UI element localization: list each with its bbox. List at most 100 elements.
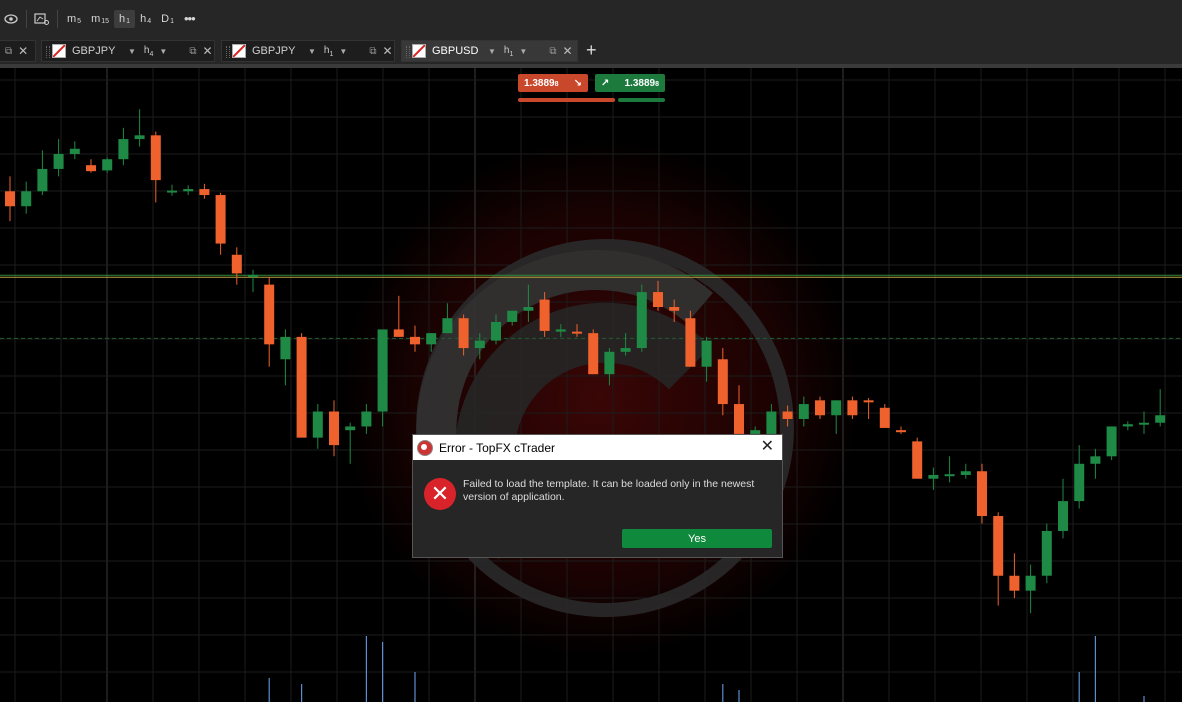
timeframe-d1[interactable]: D1: [156, 10, 179, 28]
buy-price-pipette: 8: [655, 80, 659, 88]
bear-candle-body: [264, 284, 275, 345]
drag-handle[interactable]: [406, 46, 410, 58]
timeframe-h4[interactable]: h4: [135, 10, 156, 28]
candlestick-chart-svg[interactable]: [0, 68, 1182, 702]
bull-candle-body: [1025, 575, 1036, 591]
tab-partial[interactable]: ⧉ ✕: [0, 40, 36, 62]
timeframe-h1[interactable]: h1: [114, 10, 136, 28]
bear-candle-body: [458, 318, 469, 349]
tab-close-icon[interactable]: ✕: [562, 44, 572, 58]
chevron-down-icon[interactable]: ▼: [488, 47, 496, 56]
drag-handle[interactable]: [226, 46, 230, 58]
tab-gbpusd-h1[interactable]: GBPUSD ▼ h1 ▼ ⧉ ✕: [401, 40, 578, 62]
bear-candle-body: [150, 135, 161, 181]
error-icon: ✕: [424, 478, 456, 510]
bear-candle-body: [572, 331, 582, 334]
more-timeframes-button[interactable]: •••: [179, 10, 200, 28]
chart-toolbar: m5 m 15 h1 h4 D1 •••: [0, 0, 1182, 38]
sell-price: 1.38898: [524, 78, 559, 89]
yes-button[interactable]: Yes: [622, 529, 772, 548]
popout-icon[interactable]: ⧉: [549, 46, 556, 57]
add-tab-button[interactable]: +: [586, 40, 597, 60]
bear-candle-body: [5, 191, 15, 207]
drag-handle[interactable]: [46, 46, 50, 58]
popout-icon[interactable]: ⧉: [5, 46, 12, 57]
bull-candle-body: [1074, 463, 1085, 502]
bear-candle-body: [669, 307, 680, 311]
tab-timeframe[interactable]: h4: [144, 45, 153, 58]
bull-candle-body: [69, 148, 80, 154]
bear-candle-body: [86, 165, 96, 172]
chart-settings-icon[interactable]: [31, 10, 53, 28]
bull-candle-body: [312, 411, 323, 438]
bear-candle-body: [912, 441, 923, 479]
bull-candle-body: [1090, 456, 1101, 464]
bull-candle-body: [442, 318, 453, 334]
tab-close-icon[interactable]: ✕: [18, 44, 28, 58]
bull-candle-body: [1058, 501, 1068, 531]
dialog-title-bar[interactable]: Error - TopFX cTrader ✕: [413, 435, 782, 460]
tab-symbol: GBPJPY: [252, 45, 296, 57]
bull-candle-body: [960, 471, 971, 475]
tab-gbpjpy-h1[interactable]: GBPJPY ▼ h1 ▼ ⧉ ✕: [221, 40, 395, 62]
buy-price: 1.38898: [625, 78, 660, 89]
bull-candle-body: [766, 411, 777, 434]
bear-candle-body: [588, 333, 599, 375]
tf-sub: 1: [509, 50, 514, 58]
tab-timeframe[interactable]: h1: [324, 45, 333, 58]
bull-candle-body: [53, 153, 64, 169]
bear-candle-body: [393, 329, 404, 337]
timeframe-sub: 1: [126, 18, 131, 25]
bear-candle-body: [896, 430, 906, 433]
bear-candle-body: [1009, 575, 1020, 591]
bull-candle-body: [1155, 415, 1166, 423]
bull-candle-body: [102, 159, 113, 171]
symbol-flag-icon: [232, 44, 246, 58]
bull-candle-body: [831, 400, 842, 416]
chevron-down-icon[interactable]: ▼: [519, 47, 527, 56]
timeframe-label: h: [119, 13, 126, 25]
bull-candle-body: [134, 135, 145, 140]
timeframe-m15[interactable]: m 15: [86, 10, 114, 28]
timeframe-sub: 5: [77, 18, 82, 25]
bull-candle-body: [377, 329, 388, 412]
eye-icon[interactable]: [0, 10, 22, 28]
bull-candle-body: [507, 310, 518, 322]
timeframe-label: m: [67, 13, 77, 25]
sell-price-button[interactable]: 1.38898 ↘: [518, 74, 588, 92]
tab-close-icon[interactable]: ✕: [202, 44, 212, 58]
timeframe-label: m: [91, 13, 101, 25]
dialog-message: Failed to load the template. It can be l…: [463, 478, 755, 503]
bear-candle-body: [296, 336, 307, 438]
bull-candle-body: [248, 274, 258, 277]
popout-icon[interactable]: ⧉: [189, 46, 196, 57]
tab-timeframe[interactable]: h1: [504, 45, 513, 58]
bear-candle-body: [539, 299, 550, 331]
bull-candle-body: [1122, 424, 1133, 427]
tab-close-icon[interactable]: ✕: [382, 44, 392, 58]
tab-gbpjpy-h4[interactable]: GBPJPY ▼ h4 ▼ ⧉ ✕: [41, 40, 215, 62]
bull-candle-body: [345, 426, 356, 431]
bear-candle-body: [734, 404, 744, 434]
buy-price-button[interactable]: ↗ 1.38898: [595, 74, 665, 92]
toolbar-divider: [26, 10, 27, 28]
chevron-down-icon[interactable]: ▼: [159, 47, 167, 56]
bull-candle-body: [798, 404, 809, 419]
timeframe-m5[interactable]: m5: [62, 10, 86, 28]
chevron-down-icon[interactable]: ▼: [128, 47, 136, 56]
more-icon: •••: [183, 11, 196, 26]
bull-candle-body: [167, 190, 177, 193]
chevron-down-icon[interactable]: ▼: [308, 47, 316, 56]
bull-candle-body: [361, 411, 372, 427]
popout-icon[interactable]: ⧉: [369, 46, 376, 57]
timeframe-label: h: [140, 13, 147, 25]
dialog-title: Error - TopFX cTrader: [439, 440, 556, 455]
chevron-down-icon[interactable]: ▼: [339, 47, 347, 56]
dialog-close-button[interactable]: ✕: [761, 438, 774, 456]
bear-candle-body: [863, 400, 874, 403]
buy-sentiment-bar: [618, 98, 665, 102]
bull-candle-body: [426, 333, 437, 345]
sell-sentiment-bar: [518, 98, 615, 102]
bear-candle-body: [215, 195, 226, 244]
price-chart[interactable]: [0, 68, 1182, 702]
